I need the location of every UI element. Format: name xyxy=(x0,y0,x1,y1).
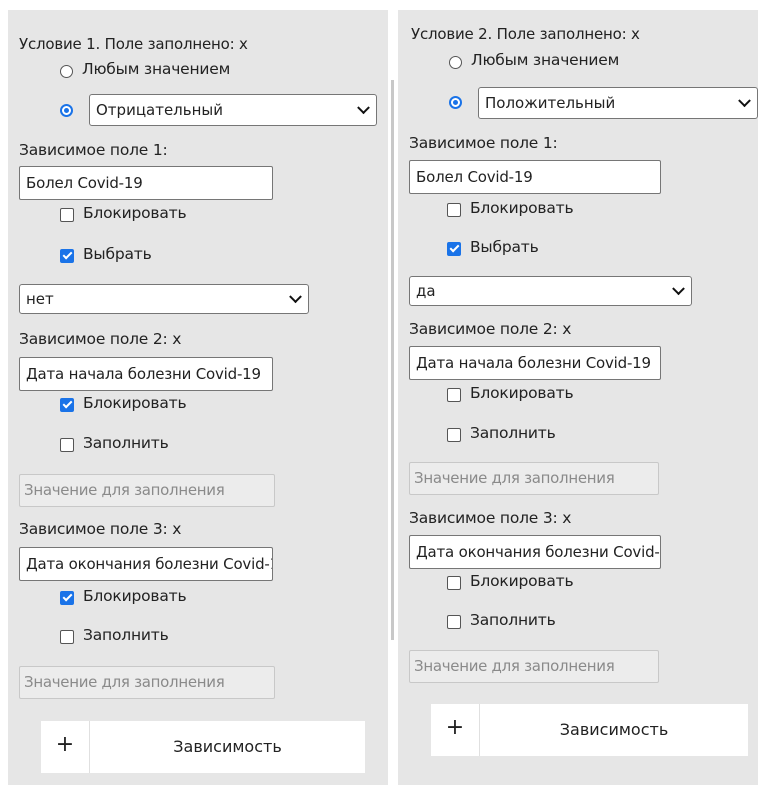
dependent-field-label: Зависимое поле 3: х xyxy=(409,509,572,527)
add-dependency-bar: + Зависимость xyxy=(41,721,365,773)
fill-checkbox[interactable] xyxy=(60,630,74,644)
dependent-field-input[interactable]: Болел Covid-19 xyxy=(19,166,273,200)
block-label: Блокировать xyxy=(83,204,187,222)
block-label: Блокировать xyxy=(470,199,574,217)
fill-checkbox[interactable] xyxy=(447,428,461,442)
fill-value-input[interactable]: Значение для заполнения xyxy=(409,462,659,495)
specific-value-radio[interactable] xyxy=(60,104,73,117)
dependency-button[interactable]: Зависимость xyxy=(480,704,748,756)
any-value-radio[interactable] xyxy=(449,56,462,69)
block-label: Блокировать xyxy=(83,394,187,412)
condition-value-select[interactable]: Положительный xyxy=(478,87,758,119)
block-checkbox[interactable] xyxy=(447,576,461,590)
dependency-button[interactable]: Зависимость xyxy=(90,721,365,773)
select-checkbox[interactable] xyxy=(447,242,461,256)
condition-panel-1: Условие 1. Поле заполнено: х Любым значе… xyxy=(8,10,394,785)
any-value-label: Любым значением xyxy=(82,60,231,78)
block-label: Блокировать xyxy=(470,384,574,402)
specific-value-radio[interactable] xyxy=(449,96,462,109)
dependent-field-input[interactable]: Дата окончания болезни Covid-19 xyxy=(19,547,273,581)
add-button[interactable]: + xyxy=(41,721,90,773)
dependent-field-label: Зависимое поле 2: х xyxy=(409,320,572,338)
block-checkbox[interactable] xyxy=(60,591,74,605)
fill-label: Заполнить xyxy=(470,611,556,629)
fill-value-input[interactable]: Значение для заполнения xyxy=(409,650,659,683)
any-value-radio[interactable] xyxy=(60,65,73,78)
any-value-label: Любым значением xyxy=(471,51,620,69)
dependent-field-input[interactable]: Дата окончания болезни Covid-19 xyxy=(409,535,661,569)
select-label: Выбрать xyxy=(470,238,539,256)
chevron-down-icon xyxy=(672,282,685,296)
dependent-select-value: нет xyxy=(26,290,54,308)
dependent-field-label: Зависимое поле 1: xyxy=(409,134,558,152)
dependent-field-input[interactable]: Болел Covid-19 xyxy=(409,160,661,194)
dependent-field-input[interactable]: Дата начала болезни Covid-19 xyxy=(409,346,661,380)
condition-panel-2: Условие 2. Поле заполнено: х Любым значе… xyxy=(398,10,758,785)
dependent-field-input[interactable]: Дата начала болезни Covid-19 xyxy=(19,357,273,391)
fill-label: Заполнить xyxy=(470,424,556,442)
fill-value-input[interactable]: Значение для заполнения xyxy=(19,666,275,699)
chevron-down-icon xyxy=(289,290,302,304)
block-label: Блокировать xyxy=(83,587,187,605)
block-label: Блокировать xyxy=(470,572,574,590)
dependent-value-select[interactable]: да xyxy=(409,276,692,306)
dependent-select-value: да xyxy=(416,282,436,300)
block-checkbox[interactable] xyxy=(447,388,461,402)
chevron-down-icon xyxy=(738,94,751,108)
condition-value-select[interactable]: Отрицательный xyxy=(89,94,377,126)
condition-select-value: Отрицательный xyxy=(96,101,224,119)
block-checkbox[interactable] xyxy=(60,398,74,412)
fill-value-input[interactable]: Значение для заполнения xyxy=(19,474,275,507)
block-checkbox[interactable] xyxy=(447,203,461,217)
condition-title: Условие 1. Поле заполнено: х xyxy=(19,35,248,53)
block-checkbox[interactable] xyxy=(60,208,74,222)
select-label: Выбрать xyxy=(83,245,152,263)
fill-checkbox[interactable] xyxy=(60,438,74,452)
dependent-value-select[interactable]: нет xyxy=(19,284,309,314)
dependent-field-label: Зависимое поле 1: xyxy=(19,141,168,159)
dependent-field-label: Зависимое поле 3: х xyxy=(19,520,182,538)
condition-title: Условие 2. Поле заполнено: х xyxy=(411,25,640,43)
condition-select-value: Положительный xyxy=(485,94,616,112)
fill-label: Заполнить xyxy=(83,434,169,452)
add-button[interactable]: + xyxy=(431,704,480,756)
chevron-down-icon xyxy=(357,101,370,115)
dependent-field-label: Зависимое поле 2: х xyxy=(19,330,182,348)
select-checkbox[interactable] xyxy=(60,249,74,263)
add-dependency-bar: + Зависимость xyxy=(431,704,748,756)
fill-checkbox[interactable] xyxy=(447,615,461,629)
fill-label: Заполнить xyxy=(83,626,169,644)
